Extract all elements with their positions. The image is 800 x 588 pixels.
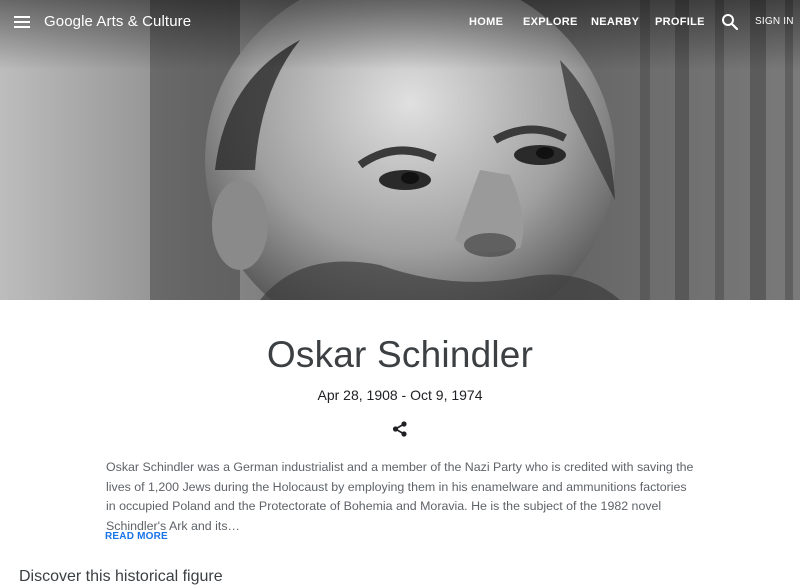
nav-explore[interactable]: EXPLORE <box>523 16 578 28</box>
share-icon[interactable] <box>391 420 409 438</box>
menu-icon[interactable] <box>12 12 32 32</box>
search-icon[interactable] <box>721 13 739 31</box>
site-logo[interactable]: Google Arts & Culture <box>44 13 191 30</box>
biography-text: Oskar Schindler was a German industriali… <box>106 460 694 533</box>
read-more-button[interactable]: READ MORE <box>105 531 168 542</box>
sign-in-link[interactable]: SIGN IN <box>755 16 794 27</box>
nav-profile[interactable]: PROFILE <box>655 16 705 28</box>
life-dates: Apr 28, 1908 - Oct 9, 1974 <box>317 387 483 403</box>
page-title: Oskar Schindler <box>266 334 534 375</box>
top-app-bar: Google Arts & Culture HOME EXPLORE NEARB… <box>0 0 800 44</box>
nav-nearby[interactable]: NEARBY <box>591 16 639 28</box>
hero-image <box>0 0 800 300</box>
page: Google Arts & Culture HOME EXPLORE NEARB… <box>0 0 800 588</box>
nav-home[interactable]: HOME <box>469 16 503 28</box>
discover-section-heading: Discover this historical figure <box>19 568 223 585</box>
